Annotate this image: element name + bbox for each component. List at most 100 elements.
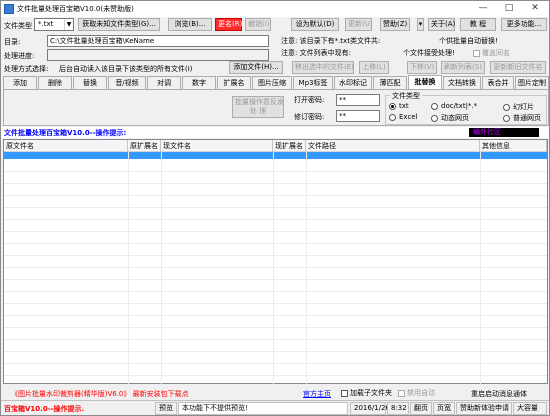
progress-bar bbox=[47, 49, 269, 61]
rename-button[interactable]: 更名(R) bbox=[215, 18, 242, 31]
tab-extension[interactable]: 扩展名 bbox=[217, 76, 251, 89]
tab-image-compress[interactable]: 图片压缩 bbox=[252, 76, 292, 89]
about-button[interactable]: 关于(A) bbox=[428, 18, 455, 31]
remove-selected-button[interactable]: 移出选中的文件(E) bbox=[292, 61, 354, 74]
tab-batch-replace[interactable]: 批替换 bbox=[408, 75, 442, 89]
directory-label: 目录: bbox=[4, 38, 21, 46]
browse-button[interactable]: 浏览(B)... bbox=[168, 18, 212, 31]
file-type-select[interactable]: *.txt ▼ bbox=[34, 18, 74, 31]
table-row-selected[interactable] bbox=[4, 152, 547, 159]
move-up-button[interactable]: 上移(L) bbox=[359, 61, 389, 74]
open-password-label: 打开密码: bbox=[294, 96, 325, 104]
col-current-name[interactable]: 现文件名 bbox=[161, 140, 273, 152]
page-width[interactable]: 页宽 bbox=[433, 402, 455, 415]
col-other-info[interactable]: 其他信息 bbox=[480, 140, 547, 152]
col-original-ext[interactable]: 原扩展名 bbox=[128, 140, 161, 152]
table-row-line bbox=[4, 243, 547, 244]
tab-audio-video[interactable]: 音/视频 bbox=[108, 76, 146, 89]
disable-auto-checkbox[interactable]: 禁用自动 bbox=[398, 388, 435, 398]
col-original-name[interactable]: 原文件名 bbox=[4, 140, 128, 152]
restore-names-button[interactable]: 更新新旧文件名 bbox=[490, 61, 546, 74]
radio-txt[interactable]: txt bbox=[389, 102, 409, 110]
tab-swap[interactable]: 对调 bbox=[147, 76, 181, 89]
note-file-count: 注意: 该目录下有*.txt类文件共: bbox=[281, 37, 381, 45]
table-row-line bbox=[4, 315, 547, 316]
progress-label: 处理进度: bbox=[4, 52, 35, 60]
load-subfolder-checkbox[interactable]: 加载子文件夹 bbox=[341, 388, 392, 398]
capacity-indicator: 大容量 bbox=[513, 402, 547, 415]
overwrite-checkbox[interactable]: 覆盖同名 bbox=[473, 48, 510, 58]
status-hint: 百宝箱V10.0--操作提示. bbox=[4, 405, 85, 413]
tab-doc-convert[interactable]: 文档转换 bbox=[443, 76, 481, 89]
radio-excel[interactable]: Excel bbox=[389, 113, 418, 121]
app-window: 文件批量处理百宝箱V10.0(未赞助版) — □ ✕ 文件类型 *.txt ▼ … bbox=[0, 0, 550, 416]
tab-watermark[interactable]: 水印标记 bbox=[334, 76, 372, 89]
chevron-down-icon: ▼ bbox=[64, 19, 73, 30]
radio-dot bbox=[431, 114, 438, 122]
refresh-list-button[interactable]: 刷新列表(S) bbox=[441, 61, 485, 74]
checkbox-box bbox=[398, 389, 405, 397]
col-current-ext[interactable]: 现扩展名 bbox=[273, 140, 306, 152]
preview-button[interactable]: 预览 bbox=[155, 402, 177, 415]
community-badge[interactable]: 编外社区 bbox=[469, 128, 539, 137]
tab-delete[interactable]: 删除 bbox=[38, 76, 72, 89]
date-display: 2016/1/26 bbox=[350, 402, 390, 415]
tab-mp3-tag[interactable]: Mp3标签 bbox=[293, 76, 333, 89]
tab-number[interactable]: 数字 bbox=[182, 76, 216, 89]
modify-password-label: 修订密码: bbox=[294, 113, 325, 121]
method-label: 处理方式选择: bbox=[4, 65, 49, 73]
col-file-path[interactable]: 文件路径 bbox=[306, 140, 480, 152]
directory-field[interactable]: C:\文件批量处理百宝箱\KeName bbox=[47, 35, 269, 47]
modify-password-field[interactable]: ** bbox=[336, 110, 380, 122]
grid-divider bbox=[161, 152, 162, 384]
operation-hint-bar: 文件批量处理百宝箱V10.0--操作提示: 编外社区 bbox=[1, 127, 549, 138]
file-list-table[interactable]: 原文件名 原扩展名 现文件名 现扩展名 文件路径 其他信息 bbox=[3, 139, 548, 384]
tab-replace[interactable]: 替换 bbox=[73, 76, 107, 89]
tutorial-button[interactable]: 教 程 bbox=[460, 18, 496, 31]
get-unknown-type-button[interactable]: 获取未知文件类型(G)... bbox=[78, 18, 160, 31]
tab-thin-match[interactable]: 薄匹配 bbox=[373, 76, 407, 89]
set-default-button[interactable]: 设为默认(D) bbox=[291, 18, 339, 31]
table-row-line bbox=[4, 327, 547, 328]
table-row-line bbox=[4, 339, 547, 340]
disable-auto-label: 禁用自动 bbox=[407, 389, 435, 397]
tab-table-merge[interactable]: 表合并 bbox=[482, 76, 514, 89]
undo-button[interactable]: 撤销(I) bbox=[245, 18, 271, 31]
add-file-button[interactable]: 添加文件(H)... bbox=[229, 61, 283, 74]
table-row-line bbox=[4, 267, 547, 268]
sponsor-button[interactable]: 赞助(Z) bbox=[380, 18, 410, 31]
table-row-line bbox=[4, 219, 547, 220]
batch-process-button[interactable]: 批量操作意反发 处 理 bbox=[232, 96, 284, 118]
radio-slides[interactable]: 幻灯片 bbox=[503, 102, 534, 112]
more-features-button[interactable]: 更多功能... bbox=[501, 18, 547, 31]
open-password-field[interactable]: ** bbox=[336, 94, 380, 106]
minimize-button[interactable]: — bbox=[470, 2, 496, 15]
auto-read-label[interactable]: 后台自动读入该目录下该类型的所有文件(I) bbox=[59, 64, 193, 74]
checkbox-box bbox=[473, 49, 480, 57]
table-row-line bbox=[4, 375, 547, 376]
page-flip[interactable]: 翻页 bbox=[410, 402, 432, 415]
update-button[interactable]: 更新(U) bbox=[345, 18, 373, 31]
ad-link[interactable]: 《图片批量水印裁剪器(精华版)V6.0》 最新安装包下载点 bbox=[11, 389, 189, 399]
homepage-link[interactable]: 官方主页 bbox=[303, 389, 331, 399]
file-type-label: 文件类型 bbox=[4, 22, 32, 30]
sponsor-dropdown-button[interactable]: ▾ bbox=[417, 18, 424, 31]
close-button[interactable]: ✕ bbox=[522, 2, 548, 15]
tab-image-custom[interactable]: 图片定制 bbox=[515, 76, 549, 89]
restart-note: 重启启动消息通体 bbox=[471, 390, 527, 398]
batch-auto-note: 个供批量自动替换! bbox=[439, 37, 498, 45]
table-row-line bbox=[4, 183, 547, 184]
radio-dot bbox=[431, 102, 438, 110]
radio-static-web[interactable]: 普通网页 bbox=[503, 113, 541, 123]
tab-add[interactable]: 添加 bbox=[3, 76, 37, 89]
maximize-button[interactable]: □ bbox=[496, 2, 522, 15]
pending-note: 个文件接受处理! bbox=[403, 49, 455, 57]
sponsor-apply-button[interactable]: 赞助新体验申请 bbox=[456, 402, 512, 415]
grid-divider bbox=[128, 152, 129, 384]
table-row-line bbox=[4, 207, 547, 208]
function-tabs: 添加 删除 替换 音/视频 对调 数字 扩展名 图片压缩 Mp3标签 水印标记 … bbox=[3, 75, 549, 89]
move-down-button[interactable]: 下移(V) bbox=[407, 61, 437, 74]
radio-doc-txt[interactable]: doc/txt|*.* bbox=[431, 102, 477, 110]
table-row-line bbox=[4, 363, 547, 364]
radio-dynamic-web[interactable]: 动态网页 bbox=[431, 113, 469, 123]
